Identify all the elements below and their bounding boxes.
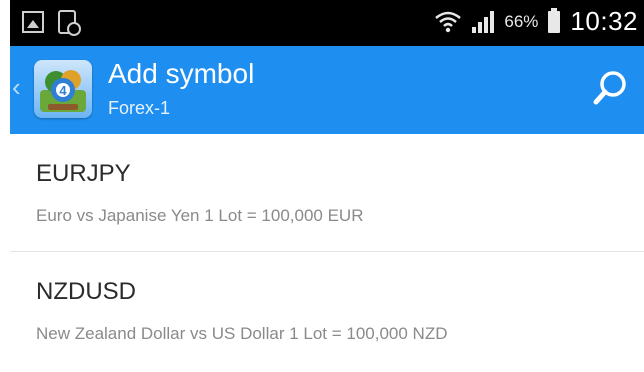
chevron-left-icon[interactable]: ‹	[12, 74, 21, 100]
symbol-description: New Zealand Dollar vs US Dollar 1 Lot = …	[36, 324, 448, 343]
wifi-icon	[434, 9, 462, 35]
screen: 66% 10:32 ‹ 4 Add symbol Forex-1 EURJPY …	[0, 0, 644, 372]
symbol-list: EURJPY Euro vs Japanise Yen 1 Lot = 100,…	[10, 134, 644, 370]
signal-icon	[472, 10, 495, 33]
symbol-name: NZDUSD	[36, 278, 136, 305]
clock: 10:32	[570, 6, 638, 36]
battery-icon	[548, 7, 561, 33]
symbol-description: Euro vs Japanise Yen 1 Lot = 100,000 EUR	[36, 206, 364, 225]
list-item[interactable]: NZDUSD New Zealand Dollar vs US Dollar 1…	[10, 252, 644, 370]
page-title: Add symbol	[108, 58, 255, 89]
symbol-name: EURJPY	[36, 160, 131, 187]
device-icon	[58, 10, 81, 36]
app-bar: ‹ 4 Add symbol Forex-1	[10, 46, 644, 134]
status-left-icons	[22, 10, 81, 36]
metatrader-logo[interactable]: 4	[34, 60, 92, 118]
status-right: 66% 10:32	[434, 6, 638, 37]
page-subtitle: Forex-1	[108, 98, 171, 118]
gallery-icon	[22, 11, 44, 33]
battery-percent: 66%	[504, 11, 539, 31]
list-item[interactable]: EURJPY Euro vs Japanise Yen 1 Lot = 100,…	[10, 134, 644, 252]
search-icon[interactable]	[584, 64, 634, 114]
svg-text:4: 4	[59, 83, 67, 98]
status-bar: 66% 10:32	[10, 0, 644, 46]
